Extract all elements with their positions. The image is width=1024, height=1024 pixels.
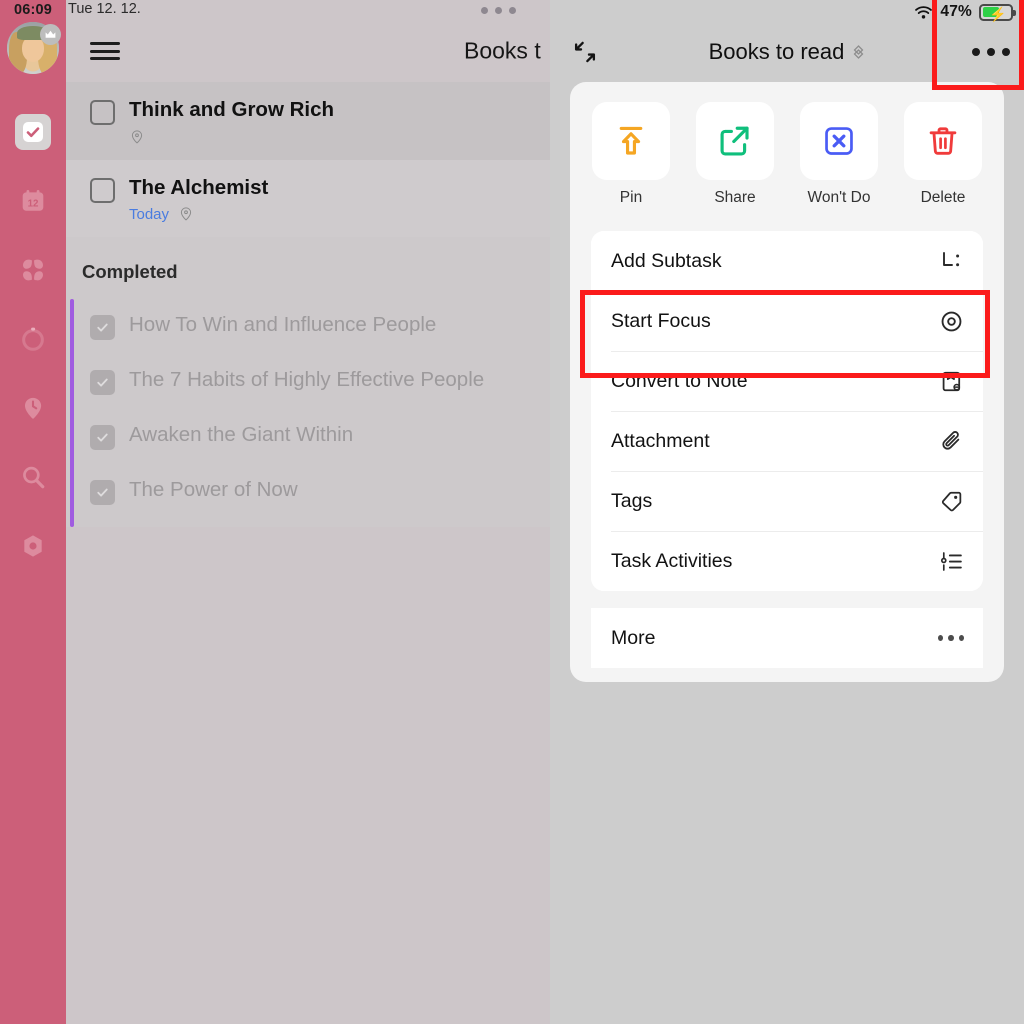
trash-icon (904, 102, 982, 180)
sidebar-item-calendar[interactable]: 12 (15, 183, 51, 219)
pin-action[interactable]: Pin (592, 102, 670, 207)
check-square-icon (23, 122, 43, 142)
menu-item-convert-to-note[interactable]: Convert to Note (591, 351, 983, 411)
page-title: Books t (464, 37, 541, 64)
location-pin-icon (180, 207, 192, 221)
menu-item-tags[interactable]: Tags (591, 471, 983, 531)
menu-item-task-activities[interactable]: Task Activities (591, 531, 983, 591)
delete-action[interactable]: Delete (904, 102, 982, 207)
sidebar-item-habit[interactable] (15, 390, 51, 426)
calendar-12-icon: 12 (22, 189, 44, 211)
menu-item-attachment[interactable]: Attachment (591, 411, 983, 471)
pin-label: Pin (619, 189, 643, 206)
sidebar-nav: 12 (0, 114, 66, 564)
menu-item-label: Convert to Note (611, 369, 748, 392)
status-date: Tue 12. 12. (68, 1, 141, 17)
action-sheet: Pin Share Won't Do Delete Add Subtask St… (570, 82, 1004, 682)
search-icon (23, 466, 45, 489)
check-icon (97, 378, 108, 387)
location-pin-icon (131, 129, 143, 143)
sidebar-item-matrix[interactable] (15, 252, 51, 288)
detail-header: Books to read (550, 24, 1024, 80)
four-squares-icon (23, 259, 43, 281)
sidebar-item-settings[interactable] (15, 528, 51, 564)
status-time: 06:09 (13, 1, 53, 18)
menu-item-label: Task Activities (611, 549, 733, 572)
delete-label: Delete (920, 189, 966, 206)
menu-item-label: Start Focus (611, 309, 711, 332)
activity-list-icon (938, 548, 964, 574)
wont-do-label: Won't Do (807, 189, 871, 206)
task-title: How To Win and Influence People (129, 313, 437, 337)
note-convert-icon (938, 368, 964, 394)
sidebar-item-tasks[interactable] (15, 114, 51, 150)
action-menu-list: Add Subtask Start Focus Convert to Note … (591, 231, 983, 591)
sidebar: 06:09 12 (0, 0, 66, 1024)
svg-text:12: 12 (28, 198, 39, 209)
menu-item-add-subtask[interactable]: Add Subtask (591, 231, 983, 291)
menu-item-label: Attachment (611, 429, 710, 452)
detail-panel-overlay: 47% ⚡ Books to read Pin Share Won't Do D… (550, 0, 1024, 1024)
wifi-icon (915, 5, 933, 19)
check-icon (97, 323, 108, 332)
more-options-button[interactable] (972, 48, 1010, 56)
task-title: The Power of Now (129, 478, 298, 502)
more-card: More (591, 608, 983, 668)
screen: 06:09 12 Tue 12. 12. Books t Think and G… (0, 0, 1024, 1024)
menu-item-more[interactable]: More (591, 608, 983, 668)
sidebar-item-pomodoro[interactable] (15, 321, 51, 357)
task-title: The 7 Habits of Highly Effective People (129, 368, 485, 392)
paperclip-icon (938, 428, 964, 454)
device-status-bar: 47% ⚡ (550, 0, 1024, 24)
task-title: Awaken the Giant Within (129, 423, 354, 447)
share-action[interactable]: Share (696, 102, 774, 207)
avatar[interactable] (7, 22, 61, 74)
hexagon-gear-icon (24, 535, 42, 557)
task-checkbox[interactable] (90, 100, 115, 125)
ellipsis-icon (938, 625, 964, 651)
sidebar-item-search[interactable] (15, 459, 51, 495)
battery-charging-icon: ⚡ (979, 3, 1016, 22)
check-icon (97, 488, 108, 497)
tag-icon (938, 488, 964, 514)
share-label: Share (714, 189, 756, 206)
task-checkbox[interactable] (90, 177, 115, 203)
menu-item-label: More (611, 626, 656, 649)
subtask-icon (938, 248, 964, 274)
task-checkbox[interactable] (90, 315, 115, 341)
clock-pin-icon (24, 397, 42, 419)
hamburger-icon[interactable] (90, 40, 120, 62)
panel-ellipsis-icon[interactable] (481, 7, 516, 14)
task-checkbox[interactable] (90, 370, 115, 396)
crown-icon (40, 24, 61, 45)
task-title: The Alchemist (129, 175, 269, 199)
x-square-icon (800, 102, 878, 180)
share-external-icon (696, 102, 774, 180)
quick-actions-row: Pin Share Won't Do Delete (570, 96, 1004, 211)
check-icon (97, 433, 108, 442)
wont-do-action[interactable]: Won't Do (800, 102, 878, 207)
focus-target-icon (938, 308, 964, 334)
task-due-date: Today (129, 205, 170, 223)
menu-item-label: Tags (611, 489, 653, 512)
chevron-updown-icon (853, 45, 864, 59)
task-checkbox[interactable] (90, 425, 115, 451)
timer-ring-icon (22, 327, 44, 351)
battery-percentage: 47% (940, 3, 972, 20)
collapse-diagonal-icon[interactable] (571, 38, 599, 66)
task-title: Think and Grow Rich (129, 98, 335, 121)
pin-arrow-up-icon (592, 102, 670, 180)
menu-item-start-focus[interactable]: Start Focus (591, 291, 983, 351)
menu-item-label: Add Subtask (611, 249, 722, 272)
task-checkbox[interactable] (90, 480, 115, 506)
detail-title: Books to read (708, 39, 845, 64)
